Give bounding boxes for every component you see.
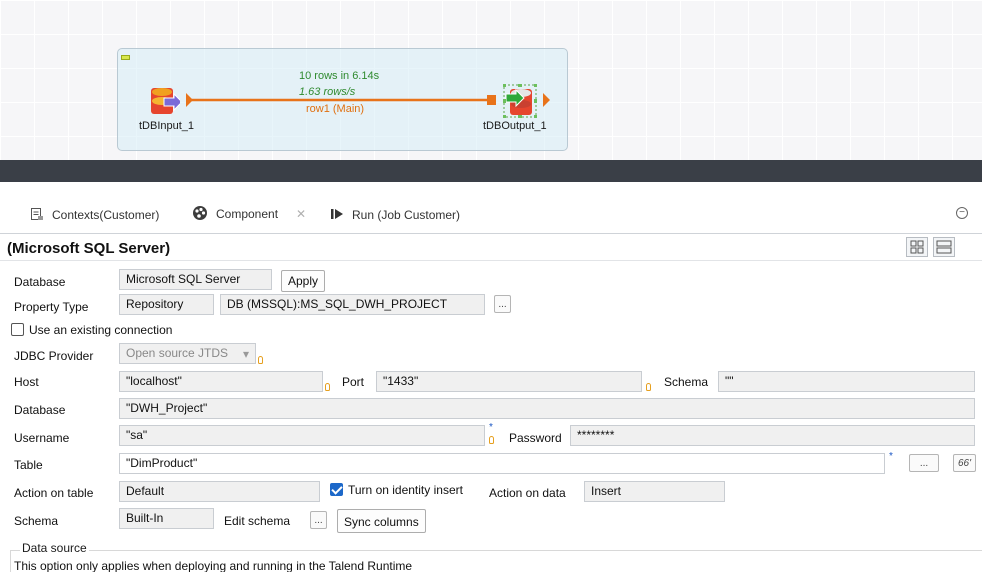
tab-run[interactable]: Run (Job Customer) xyxy=(322,200,468,230)
edit-schema-button[interactable]: ... xyxy=(310,511,327,529)
sync-columns-button[interactable]: Sync columns xyxy=(337,509,426,533)
rows-layout-icon[interactable] xyxy=(933,237,955,257)
identity-insert-checkbox[interactable] xyxy=(330,483,343,496)
required-marker: * xyxy=(489,422,493,433)
database-name-input[interactable]: "DWH_Project" xyxy=(119,398,975,419)
jdbc-provider-label: JDBC Provider xyxy=(14,349,94,363)
grid-layout-icon[interactable] xyxy=(906,237,928,257)
view-separator-bar xyxy=(0,160,982,182)
data-source-legend: Data source xyxy=(20,541,89,555)
edit-schema-label: Edit schema xyxy=(224,514,291,528)
password-input[interactable]: ******** xyxy=(570,425,975,446)
input-component-label: tDBInput_1 xyxy=(139,120,195,132)
username-input[interactable]: "sa" xyxy=(119,425,485,446)
action-on-data-select[interactable]: Insert xyxy=(584,481,725,502)
contexts-icon xyxy=(30,207,44,224)
tab-run-label: Run (Job Customer) xyxy=(352,208,461,222)
output-component-label: tDBOutput_1 xyxy=(483,120,547,132)
table-browse-button[interactable]: ... xyxy=(909,454,939,472)
warning-icon xyxy=(325,383,330,391)
preview-table-button[interactable]: 66' xyxy=(953,454,976,472)
run-icon xyxy=(330,207,344,224)
repository-connection-field[interactable]: DB (MSSQL):MS_SQL_DWH_PROJECT xyxy=(220,294,485,315)
component-palette-icon xyxy=(192,205,208,224)
apply-button[interactable]: Apply xyxy=(281,270,326,292)
tab-contexts[interactable]: Contexts(Customer) xyxy=(22,200,167,230)
schema-field-label: Schema xyxy=(664,375,709,389)
close-icon[interactable]: ✕ xyxy=(296,207,306,221)
jdbc-provider-value: Open source JTDS xyxy=(126,346,229,360)
warning-icon xyxy=(258,356,263,364)
jdbc-provider-select[interactable]: Open source JTDS ▾ xyxy=(119,343,256,364)
title-divider xyxy=(0,260,982,261)
bottom-view-tabbar: Contexts(Customer) Component ✕ Run (Job … xyxy=(0,194,982,234)
input-connector-anchor xyxy=(186,93,193,107)
component-panel-title: (Microsoft SQL Server) xyxy=(7,240,171,257)
table-label: Table xyxy=(14,458,43,472)
flow-row-label[interactable]: row1 (Main) xyxy=(306,103,364,115)
port-input[interactable]: "1433" xyxy=(376,371,642,392)
db-input-icon[interactable] xyxy=(150,86,183,116)
database-type-select[interactable]: Microsoft SQL Server xyxy=(119,269,272,290)
host-input[interactable]: "localhost" xyxy=(119,371,323,392)
flow-connection[interactable] xyxy=(0,0,982,160)
output-connector-anchor xyxy=(543,93,550,107)
runtime-note: This option only applies when deploying … xyxy=(14,559,413,572)
dropdown-arrow-icon: ▾ xyxy=(242,347,249,361)
use-existing-connection-checkbox[interactable] xyxy=(11,323,24,336)
password-label: Password xyxy=(509,431,562,445)
minimize-view-button[interactable]: − xyxy=(956,207,968,219)
property-type-select[interactable]: Repository xyxy=(119,294,214,315)
database-type-label: Database xyxy=(14,275,66,289)
tab-component[interactable]: Component ✕ xyxy=(184,200,315,230)
identity-insert-label: Turn on identity insert xyxy=(348,483,463,497)
warning-icon xyxy=(489,436,494,444)
action-on-table-select[interactable]: Default xyxy=(119,481,320,502)
flow-rate-statistic: 1.63 rows/s xyxy=(299,86,356,98)
property-type-label: Property Type xyxy=(14,300,89,314)
schema-type-select[interactable]: Built-In xyxy=(119,508,214,529)
use-existing-connection-label: Use an existing connection xyxy=(29,323,173,337)
table-input[interactable]: "DimProduct" xyxy=(119,453,885,474)
schema-label: Schema xyxy=(14,514,59,528)
db-output-icon[interactable] xyxy=(502,83,538,119)
required-marker: * xyxy=(889,451,893,462)
job-design-canvas[interactable]: tDBInput_1 tDBOutput_1 10 rows in 6.14s … xyxy=(0,0,982,160)
flow-rows-statistic: 10 rows in 6.14s xyxy=(299,70,380,82)
port-label: Port xyxy=(342,375,365,389)
schema-field-input[interactable]: "" xyxy=(718,371,975,392)
host-label: Host xyxy=(14,375,39,389)
username-label: Username xyxy=(14,431,70,445)
tab-contexts-label: Contexts(Customer) xyxy=(52,208,160,222)
repository-browse-button[interactable]: ... xyxy=(494,295,511,313)
action-on-data-label: Action on data xyxy=(489,486,566,500)
database-name-label: Database xyxy=(14,403,66,417)
warning-icon xyxy=(646,383,651,391)
action-on-table-label: Action on table xyxy=(14,486,94,500)
tab-component-label: Component xyxy=(216,207,279,221)
